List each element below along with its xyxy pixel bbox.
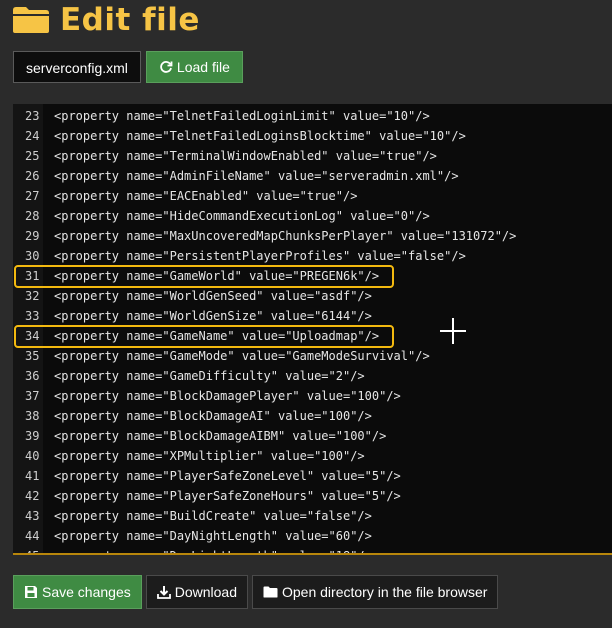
save-icon [25, 586, 37, 598]
line-number: 31 [25, 269, 40, 283]
code-line[interactable]: 41 <property name="PlayerSafeZoneLevel" v… [13, 466, 401, 486]
download-button[interactable]: Download [145, 575, 248, 609]
line-number: 43 [25, 509, 40, 523]
code-line[interactable]: 28 <property name="HideCommandExecutionLo… [13, 206, 430, 226]
line-code: <property name="TerminalWindowEnabled" v… [54, 149, 437, 163]
line-number: 44 [25, 529, 40, 543]
line-code: <property name="GameWorld" value="PREGEN… [54, 269, 380, 283]
line-number: 36 [25, 369, 40, 383]
code-line[interactable]: 36 <property name="GameDifficulty" value=… [13, 366, 365, 386]
code-line[interactable]: 44 <property name="DayNightLength" value=… [13, 526, 372, 546]
line-number: 42 [25, 489, 40, 503]
folder-icon [263, 586, 278, 598]
line-number: 38 [25, 409, 40, 423]
line-number: 35 [25, 349, 40, 363]
code-editor[interactable]: 23 <property name="TelnetFailedLoginLimit… [13, 104, 612, 555]
code-line[interactable]: 32 <property name="WorldGenSeed" value="a… [13, 286, 372, 306]
line-number: 32 [25, 289, 40, 303]
code-line[interactable]: 27 <property name="EACEnabled" value="tru… [13, 186, 357, 206]
line-number: 33 [25, 309, 40, 323]
line-code: <property name="HideCommandExecutionLog"… [54, 209, 430, 223]
line-code: <property name="TelnetFailedLoginsBlockt… [54, 129, 466, 143]
line-code: <property name="BlockDamageAIBM" value="… [54, 429, 387, 443]
code-line[interactable]: 42 <property name="PlayerSafeZoneHours" v… [13, 486, 401, 506]
code-line[interactable]: 29 <property name="MaxUncoveredMapChunksP… [13, 226, 516, 246]
code-line[interactable]: 43 <property name="BuildCreate" value="fa… [13, 506, 372, 526]
line-code: <property name="BuildCreate" value="fals… [54, 509, 372, 523]
page-title: Edit file [60, 2, 200, 38]
code-line[interactable]: 45<property name="DayLightLength" value=… [13, 546, 372, 553]
code-line[interactable]: 30 <property name="PersistentPlayerProfil… [13, 246, 466, 266]
load-file-button[interactable]: Load file [145, 51, 243, 83]
line-code: <property name="EACEnabled" value="true"… [54, 189, 358, 203]
open-directory-label: Open directory in the file browser [282, 584, 488, 600]
load-file-label: Load file [176, 59, 230, 75]
line-code: <property name="GameMode" value="GameMod… [54, 349, 430, 363]
reload-icon [160, 61, 173, 73]
save-changes-button[interactable]: Save changes [13, 575, 142, 609]
code-line[interactable]: 26 <property name="AdminFileName" value="… [13, 166, 459, 186]
line-code: <property name="PlayerSafeZoneLevel" val… [54, 469, 401, 483]
line-code: <property name="TelnetFailedLoginLimit" … [54, 109, 430, 123]
code-line[interactable]: 39 <property name="BlockDamageAIBM" value… [13, 426, 386, 446]
line-code: <property name="GameName" value="Uploadm… [54, 329, 380, 343]
line-code: <property name="MaxUncoveredMapChunksPer… [54, 229, 517, 243]
code-line[interactable]: 40 <property name="XPMultiplier" value="1… [13, 446, 365, 466]
code-line[interactable]: 38 <property name="BlockDamageAI" value="… [13, 406, 372, 426]
line-number: 37 [25, 389, 40, 403]
line-number: 29 [25, 229, 40, 243]
line-code: <property name="WorldGenSeed" value="asd… [54, 289, 372, 303]
line-code: <property name="BlockDamagePlayer" value… [54, 389, 401, 403]
line-number: 28 [25, 209, 40, 223]
action-bar: Save changes Download Open directory in … [13, 575, 502, 609]
save-changes-label: Save changes [42, 584, 131, 600]
code-line[interactable]: 33 <property name="WorldGenSize" value="6… [13, 306, 372, 326]
line-code: <property name="WorldGenSize" value="614… [54, 309, 372, 323]
download-label: Download [174, 584, 237, 600]
code-line[interactable]: 31 <property name="GameWorld" value="PREG… [13, 266, 379, 286]
line-code: <property name="GameDifficulty" value="2… [54, 369, 365, 383]
line-code: <property name="BlockDamageAI" value="10… [54, 409, 372, 423]
line-number: 23 [25, 109, 40, 123]
code-line[interactable]: 34 <property name="GameName" value="Uploa… [13, 326, 379, 346]
line-number: 27 [25, 189, 40, 203]
line-code: <property name="PersistentPlayerProfiles… [54, 249, 466, 263]
line-number: 45 [13, 546, 43, 553]
line-number: 39 [25, 429, 40, 443]
line-number: 30 [25, 249, 40, 263]
line-number: 41 [25, 469, 40, 483]
code-line[interactable]: 24 <property name="TelnetFailedLoginsBloc… [13, 126, 466, 146]
line-number: 26 [25, 169, 40, 183]
crosshair-cursor-icon [440, 318, 466, 344]
page-header: Edit file [12, 0, 200, 40]
line-number: 24 [25, 129, 40, 143]
line-number: 40 [25, 449, 40, 463]
line-code: <property name="XPMultiplier" value="100… [54, 449, 365, 463]
download-icon [156, 586, 171, 599]
line-code: <property name="PlayerSafeZoneHours" val… [54, 489, 401, 503]
code-line[interactable]: 23 <property name="TelnetFailedLoginLimit… [13, 106, 430, 126]
line-code: <property name="DayLightLength" value="1… [43, 546, 372, 553]
file-selector: serverconfig.xml Load file [13, 51, 243, 83]
file-name-field[interactable]: serverconfig.xml [13, 51, 141, 83]
line-code: <property name="DayNightLength" value="6… [54, 529, 372, 543]
folder-icon [13, 7, 49, 33]
line-code: <property name="AdminFileName" value="se… [54, 169, 459, 183]
open-directory-button[interactable]: Open directory in the file browser [252, 575, 499, 609]
code-line[interactable]: 35 <property name="GameMode" value="GameM… [13, 346, 430, 366]
code-line[interactable]: 25 <property name="TerminalWindowEnabled"… [13, 146, 437, 166]
code-line[interactable]: 37 <property name="BlockDamagePlayer" val… [13, 386, 401, 406]
line-number: 34 [25, 329, 40, 343]
line-number: 25 [25, 149, 40, 163]
